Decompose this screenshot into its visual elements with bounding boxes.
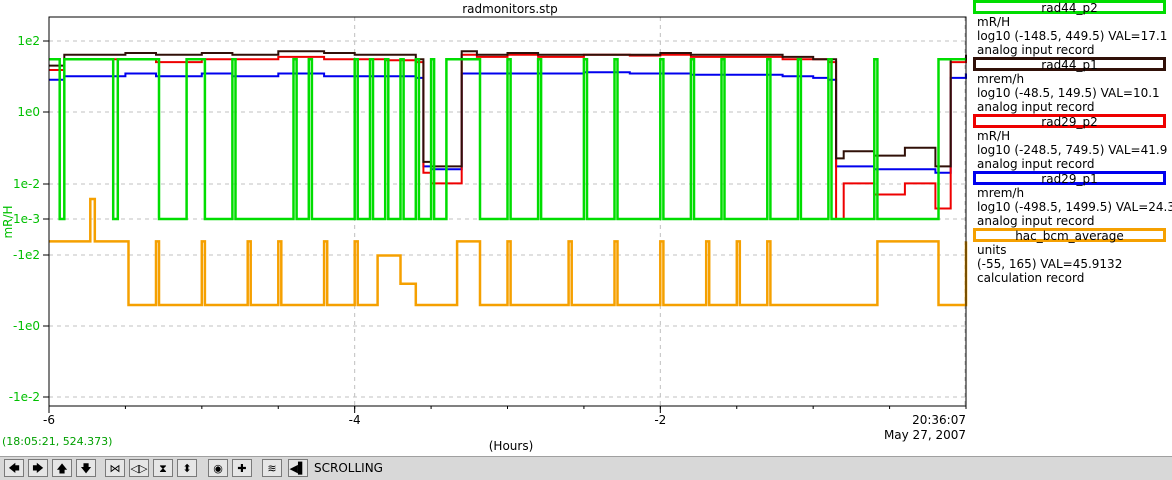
legend-record: analog input record	[977, 214, 1095, 228]
y-tick-label: -1e0	[13, 319, 40, 333]
legend-name: hac_bcm_average	[1015, 229, 1124, 243]
zoom-out-x-icon: ◁▷	[130, 462, 148, 475]
chart-title: radmonitors.stp	[462, 2, 558, 16]
legend-units: mrem/h	[977, 72, 1025, 86]
legend-range: log10 (-148.5, 449.5) VAL=17.1	[977, 29, 1168, 43]
zoom-in-x-icon: ⋈	[109, 462, 121, 475]
legend-item-hac_bcm_average[interactable]: hac_bcm_averageunits (-55, 165) VAL=45.91…	[973, 228, 1172, 285]
legend-swatch: rad29_p1	[973, 171, 1166, 186]
legend-range: (-55, 165) VAL=45.9132	[977, 257, 1123, 271]
legend-name: rad29_p1	[1041, 172, 1098, 186]
legend-record: analog input record	[977, 157, 1095, 171]
cursor-readout: (18:05:21, 524.373)	[2, 435, 113, 448]
auto-scale-wave-icon: ≋	[267, 462, 277, 475]
scroll-up-button[interactable]: 🡅	[52, 459, 72, 477]
legend-swatch: hac_bcm_average	[973, 228, 1166, 243]
legend-item-rad29_p1[interactable]: rad29_p1 mrem/h log10 (-498.5, 1499.5) VAL…	[973, 171, 1172, 228]
zoom-out-x-button[interactable]: ◁▷	[129, 459, 149, 477]
y-tick-label: 1e2	[17, 34, 40, 48]
legend-name: rad44_p2	[1041, 1, 1098, 15]
date-label: May 27, 2007	[884, 428, 966, 442]
y-tick-label: 1e-3	[13, 212, 40, 226]
y-tick-label: 1e0	[17, 105, 40, 119]
toolbar: SCROLLING 🡄 🡆 🡅 🡇 ⋈ ◁▷ ⧗ ⬍ ◉ ✚ ≋ ◀▌	[0, 456, 1172, 480]
scroll-left-button[interactable]: 🡄	[4, 459, 24, 477]
scroll-right-button[interactable]: 🡆	[28, 459, 48, 477]
x-tick-label: -6	[43, 413, 55, 427]
legend-record: analog input record	[977, 100, 1095, 114]
zoom-in-y-button[interactable]: ⧗	[153, 459, 173, 477]
y-tick-label: -1e-2	[9, 390, 40, 404]
reset-icon: ✚	[237, 462, 247, 475]
legend-item-rad44_p2[interactable]: rad44_p2 mR/H log10 (-148.5, 449.5) VAL=17…	[973, 0, 1172, 57]
autoscale-button[interactable]: ◉	[208, 459, 228, 477]
legend-record: analog input record	[977, 43, 1095, 57]
legend-name: rad29_p2	[1041, 115, 1098, 129]
x-tick-label: -4	[349, 413, 361, 427]
legend-units: mR/H	[977, 129, 1011, 143]
zoom-in-x-button[interactable]: ⋈	[105, 459, 125, 477]
legend-swatch: rad44_p2	[973, 0, 1166, 15]
x-axis-label: (Hours)	[489, 439, 534, 453]
scroll-down-button[interactable]: 🡇	[76, 459, 96, 477]
legend-item-rad44_p1[interactable]: rad44_p1 mrem/h log10 (-48.5, 149.5) VAL=1…	[973, 57, 1172, 114]
zoom-out-y-button[interactable]: ⬍	[177, 459, 197, 477]
series-line-rad44_p2	[49, 58, 966, 221]
y-tick-label: 1e-2	[13, 177, 40, 191]
y-tick-label: -1e2	[13, 248, 40, 262]
mode-toggle-button[interactable]: ◀▌	[288, 459, 308, 477]
legend-range: log10 (-498.5, 1499.5) VAL=24.3	[977, 200, 1172, 214]
legend-record: calculation record	[977, 271, 1085, 285]
legend: rad44_p2 mR/H log10 (-148.5, 449.5) VAL=17…	[973, 0, 1172, 285]
legend-item-rad29_p2[interactable]: rad29_p2 mR/H log10 (-248.5, 749.5) VAL=41…	[973, 114, 1172, 171]
zoom-in-y-icon: ⧗	[159, 462, 167, 475]
plot-area	[49, 50, 968, 307]
x-axis: -6 -4 -2	[43, 406, 967, 427]
scroll-left-icon: 🡄	[8, 462, 20, 475]
scroll-down-icon: 🡇	[80, 462, 92, 475]
reset-button[interactable]: ✚	[232, 459, 252, 477]
legend-swatch: rad29_p2	[973, 114, 1166, 129]
time-label: 20:36:07	[912, 413, 966, 427]
y-axis-label: mR/H	[1, 205, 15, 238]
auto-scale-wave-button[interactable]: ≋	[262, 459, 282, 477]
legend-units: units	[977, 243, 1007, 257]
legend-range: log10 (-248.5, 749.5) VAL=41.9	[977, 143, 1168, 157]
legend-swatch: rad44_p1	[973, 57, 1166, 72]
legend-units: mR/H	[977, 15, 1011, 29]
mode-label: SCROLLING	[314, 461, 383, 475]
scroll-right-icon: 🡆	[32, 462, 44, 475]
autoscale-icon: ◉	[213, 462, 223, 475]
legend-name: rad44_p1	[1041, 58, 1098, 72]
chart[interactable]: radmonitors.stp 1e2 1e0 1e-2 1e-3 -1e2 -1e0 -1…	[0, 0, 972, 456]
x-tick-label: -2	[654, 413, 666, 427]
mode-toggle-icon: ◀▌	[289, 462, 307, 475]
zoom-out-y-icon: ⬍	[182, 462, 192, 475]
scroll-up-icon: 🡅	[56, 462, 68, 475]
legend-units: mrem/h	[977, 186, 1025, 200]
legend-range: log10 (-48.5, 149.5) VAL=10.1	[977, 86, 1160, 100]
